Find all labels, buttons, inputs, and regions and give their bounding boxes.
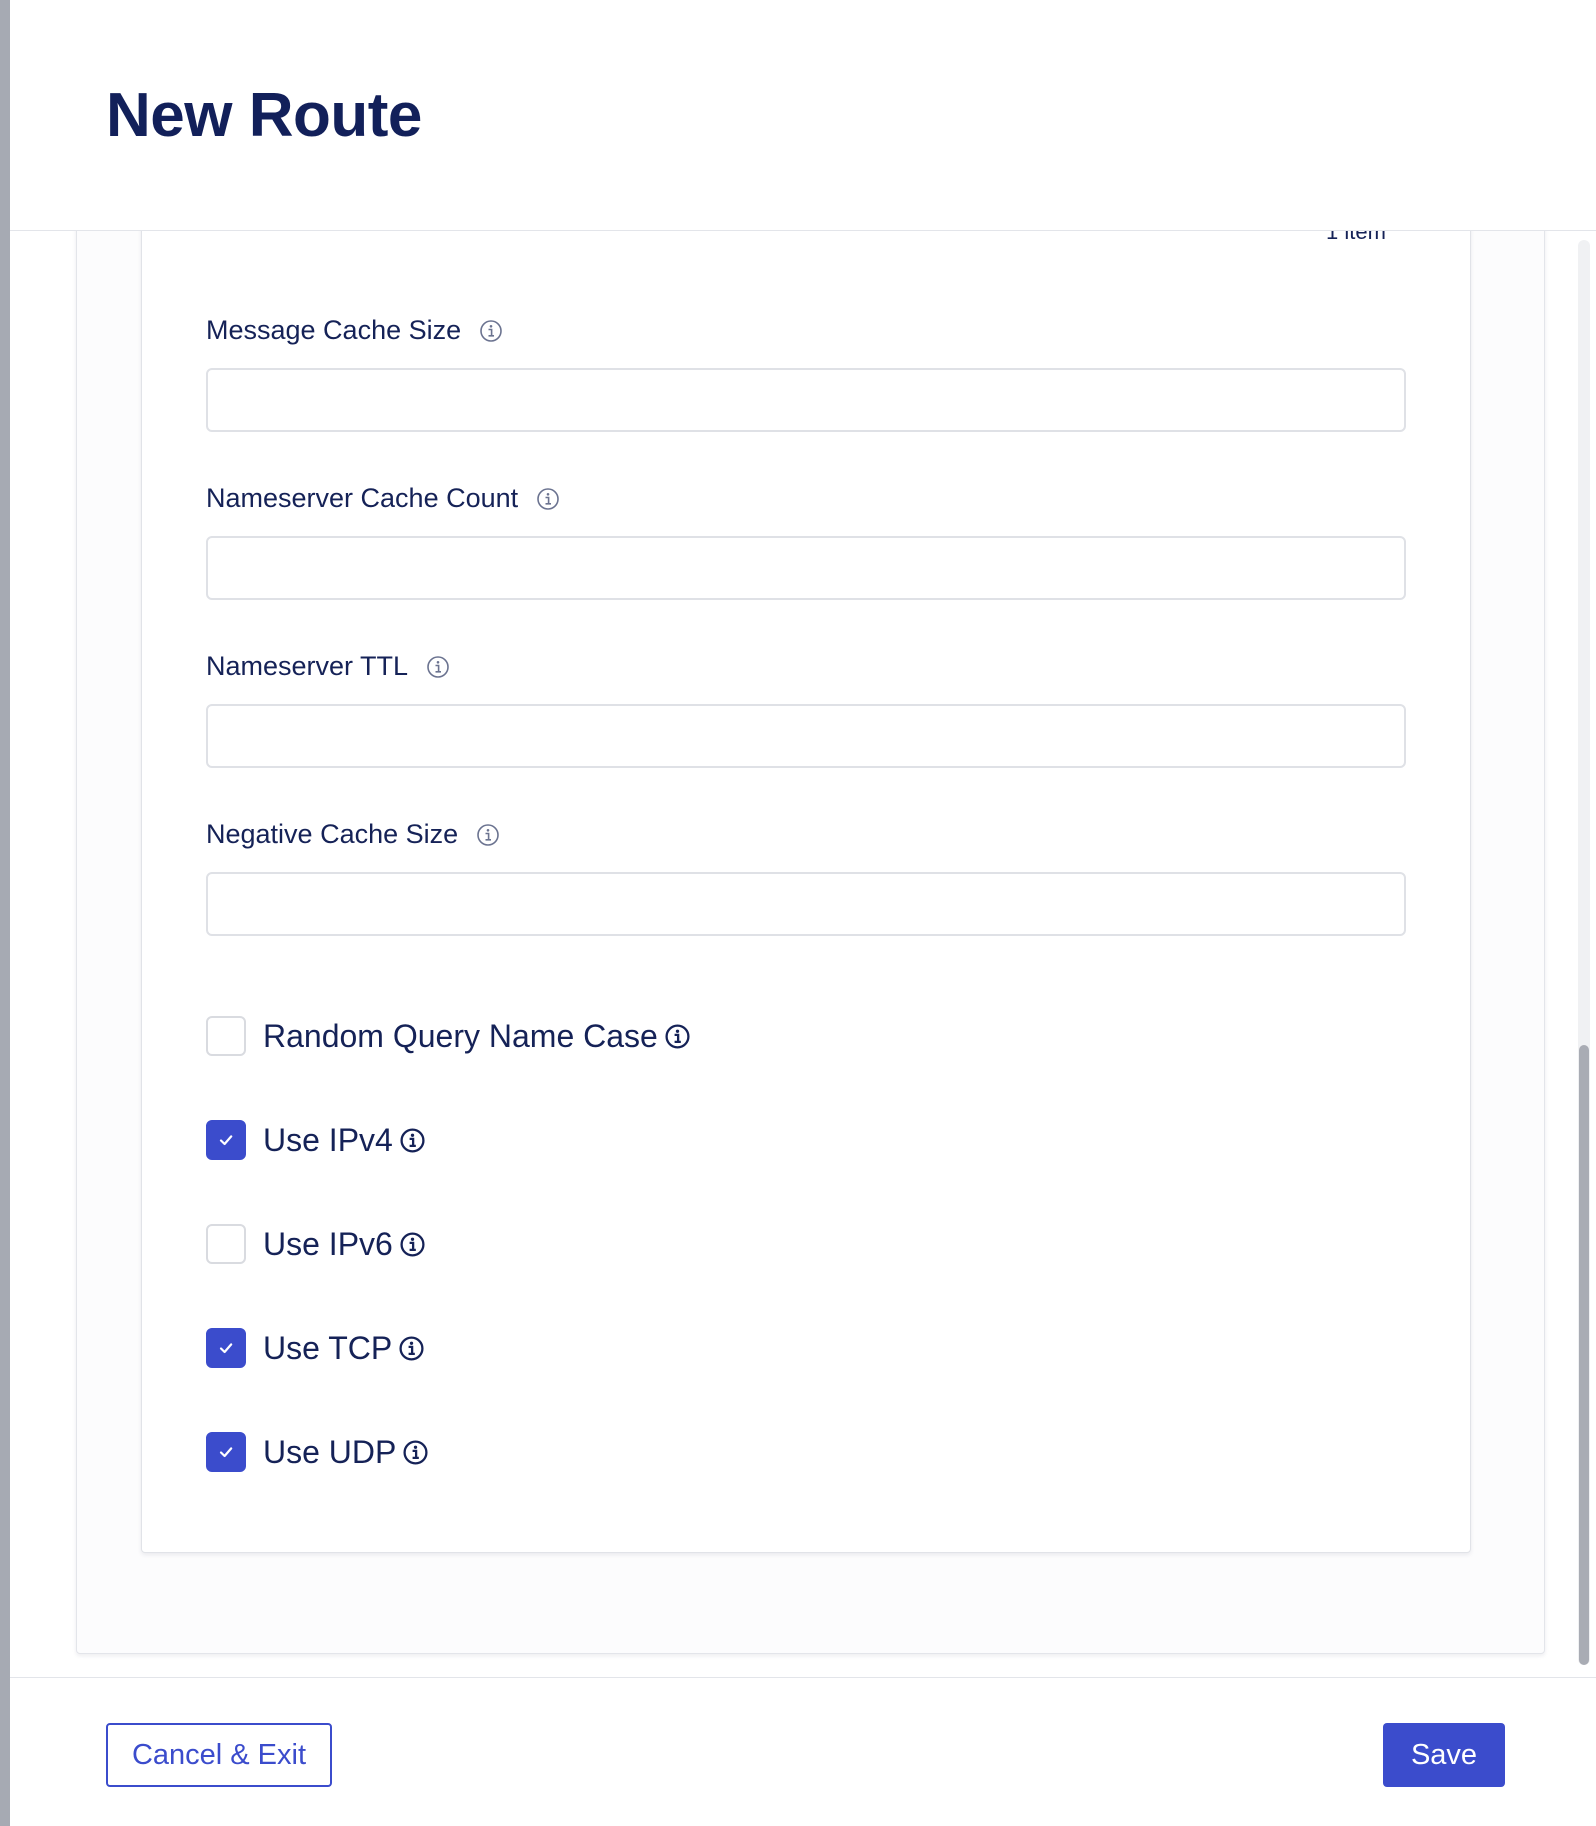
use-ipv4-option[interactable]: Use IPv4 (206, 1120, 426, 1160)
page-title: New Route (106, 81, 422, 150)
use-udp-label[interactable]: Use UDP (263, 1434, 396, 1471)
use-ipv4-label[interactable]: Use IPv4 (263, 1122, 393, 1159)
checkmark-icon (219, 1343, 233, 1354)
message-cache-size-label: Message Cache Size (206, 315, 503, 346)
negative-cache-size-label: Negative Cache Size (206, 819, 500, 850)
negative-cache-size-input[interactable] (206, 872, 1406, 936)
use-tcp-label[interactable]: Use TCP (263, 1330, 392, 1367)
nameserver-cache-count-input[interactable] (206, 536, 1406, 600)
use-tcp-checkbox[interactable] (206, 1328, 246, 1368)
info-icon[interactable] (664, 1023, 691, 1050)
scrollbar-thumb[interactable] (1579, 1045, 1589, 1665)
field-label-text: Negative Cache Size (206, 819, 459, 849)
checkmark-icon (219, 1447, 233, 1458)
left-rail (0, 0, 10, 1826)
random-query-name-case-option[interactable]: Random Query Name Case (206, 1016, 691, 1056)
item-count: 1 item (1326, 231, 1386, 244)
use-tcp-option[interactable]: Use TCP (206, 1328, 425, 1368)
info-icon[interactable] (476, 823, 500, 847)
random-query-name-case-label[interactable]: Random Query Name Case (263, 1018, 658, 1055)
info-icon[interactable] (402, 1439, 429, 1466)
save-button[interactable]: Save (1383, 1723, 1505, 1787)
field-label-text: Message Cache Size (206, 315, 462, 345)
form-scroll-area[interactable]: 1 item Message Cache Size Nameserver Cac… (10, 231, 1596, 1677)
checkmark-icon (219, 1135, 233, 1146)
info-icon[interactable] (426, 655, 450, 679)
use-ipv4-checkbox[interactable] (206, 1120, 246, 1160)
info-icon[interactable] (479, 319, 503, 343)
nameserver-ttl-label: Nameserver TTL (206, 651, 450, 682)
message-cache-size-input[interactable] (206, 368, 1406, 432)
nameserver-cache-count-label: Nameserver Cache Count (206, 483, 560, 514)
field-label-text: Nameserver Cache Count (206, 483, 519, 513)
use-ipv6-label[interactable]: Use IPv6 (263, 1226, 393, 1263)
cancel-exit-button[interactable]: Cancel & Exit (106, 1723, 332, 1787)
info-icon[interactable] (398, 1335, 425, 1362)
use-udp-option[interactable]: Use UDP (206, 1432, 429, 1472)
info-icon[interactable] (399, 1127, 426, 1154)
use-ipv6-checkbox[interactable] (206, 1224, 246, 1264)
modal-footer: Cancel & Exit Save (10, 1677, 1596, 1826)
info-icon[interactable] (399, 1231, 426, 1258)
modal-header: New Route (10, 0, 1596, 231)
use-udp-checkbox[interactable] (206, 1432, 246, 1472)
use-ipv6-option[interactable]: Use IPv6 (206, 1224, 426, 1264)
info-icon[interactable] (536, 487, 560, 511)
field-label-text: Nameserver TTL (206, 651, 409, 681)
random-query-name-case-checkbox[interactable] (206, 1016, 246, 1056)
nameserver-ttl-input[interactable] (206, 704, 1406, 768)
